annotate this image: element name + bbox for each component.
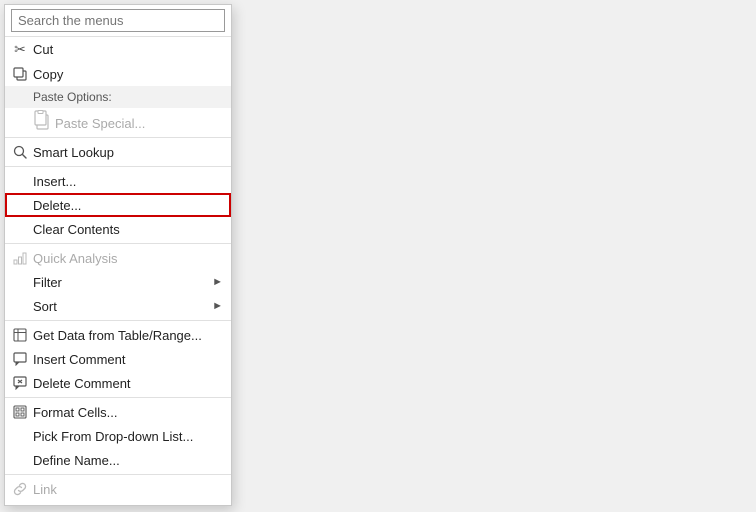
menu-item-delete[interactable]: Delete... [5,193,231,217]
cut-icon: ✂ [9,41,31,58]
quick-analysis-icon [9,251,31,265]
menu-label-get-data: Get Data from Table/Range... [31,328,223,343]
menu-item-copy[interactable]: Copy [5,62,231,86]
copy-icon [9,67,31,81]
menu-label-copy: Copy [31,67,223,82]
menu-item-cut[interactable]: ✂ Cut [5,37,231,62]
menu-item-insert[interactable]: Insert... [5,169,231,193]
separator-2 [5,166,231,167]
menu-item-insert-comment[interactable]: Insert Comment [5,347,231,371]
menu-label-filter: Filter [31,275,212,290]
separator-4 [5,320,231,321]
menu-label-paste-special: Paste Special... [53,110,223,131]
menu-label-format-cells: Format Cells... [31,405,223,420]
menu-label-smart-lookup: Smart Lookup [31,145,223,160]
menu-item-pick-dropdown[interactable]: Pick From Drop-down List... [5,424,231,448]
menu-item-smart-lookup[interactable]: Smart Lookup [5,140,231,164]
paste-special-icon [31,110,53,130]
format-cells-icon [9,405,31,419]
menu-label-define-name: Define Name... [31,453,223,468]
menu-item-quick-analysis[interactable]: Quick Analysis [5,246,231,270]
menu-item-define-name[interactable]: Define Name... [5,448,231,472]
separator-1 [5,137,231,138]
search-input[interactable] [11,9,225,32]
menu-item-paste-options-header: Paste Options: [5,86,231,108]
menu-item-sort[interactable]: Sort ► [5,294,231,318]
menu-label-pick-dropdown: Pick From Drop-down List... [31,429,223,444]
menu-label-link: Link [31,482,223,497]
menu-item-filter[interactable]: Filter ► [5,270,231,294]
menu-item-format-cells[interactable]: Format Cells... [5,400,231,424]
menu-label-quick-analysis: Quick Analysis [31,251,223,266]
menu-item-paste-special[interactable]: Paste Special... [5,108,231,135]
smart-lookup-icon [9,145,31,159]
separator-5 [5,397,231,398]
menu-label-insert: Insert... [31,174,223,189]
sort-arrow-icon: ► [212,300,223,312]
context-menu: ✂ Cut Copy Paste Options: Paste Special.… [4,4,232,506]
get-data-icon [9,328,31,342]
menu-label-insert-comment: Insert Comment [31,352,223,367]
menu-label-clear-contents: Clear Contents [31,222,223,237]
insert-comment-icon [9,352,31,366]
separator-6 [5,474,231,475]
menu-item-link[interactable]: Link [5,477,231,501]
search-box-wrap [5,5,231,37]
link-icon [9,482,31,496]
menu-item-delete-comment[interactable]: Delete Comment [5,371,231,395]
menu-item-get-data[interactable]: Get Data from Table/Range... [5,323,231,347]
menu-label-delete-comment: Delete Comment [31,376,223,391]
menu-label-sort: Sort [31,299,212,314]
separator-3 [5,243,231,244]
filter-arrow-icon: ► [212,276,223,288]
menu-label-paste-options: Paste Options: [31,90,223,104]
menu-item-clear-contents[interactable]: Clear Contents [5,217,231,241]
menu-label-cut: Cut [31,42,223,57]
delete-comment-icon [9,376,31,390]
menu-label-delete: Delete... [31,198,223,213]
